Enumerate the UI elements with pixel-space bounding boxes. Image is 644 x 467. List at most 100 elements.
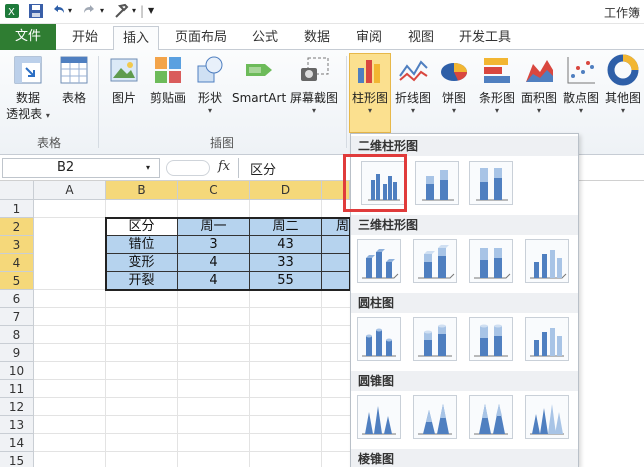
tab-insert[interactable]: 插入 [113, 26, 159, 51]
name-box-dropdown-icon[interactable]: ▾ [146, 163, 150, 172]
table-cell[interactable]: 开裂 [106, 272, 178, 290]
shapes-button[interactable]: 形状 ▾ [192, 54, 228, 116]
grid-line [34, 433, 350, 434]
row-header[interactable]: 11 [0, 380, 34, 398]
clustered-cone-option[interactable] [357, 395, 401, 439]
tab-file[interactable]: 文件 [0, 24, 56, 50]
tab-developer[interactable]: 开发工具 [452, 26, 518, 50]
clustered-column-3d-option[interactable] [357, 239, 401, 283]
row-header[interactable]: 5 [0, 272, 34, 290]
table-header-cell[interactable]: 周二 [250, 218, 322, 236]
table-cell[interactable]: 错位 [106, 236, 178, 254]
table-cell[interactable]: 3 [178, 236, 250, 254]
stacked-column-3d-option[interactable] [413, 239, 457, 283]
row-header[interactable]: 2 [0, 218, 34, 236]
row-header[interactable]: 14 [0, 434, 34, 452]
table-header-cell[interactable]: 周一 [178, 218, 250, 236]
line-chart-button[interactable]: 折线图 ▾ [392, 54, 434, 116]
table-header-cell[interactable]: 周 [322, 218, 350, 236]
row-header[interactable]: 8 [0, 326, 34, 344]
formula-bar-scroll-handle[interactable] [166, 160, 210, 176]
table-cell[interactable]: 4 [178, 272, 250, 290]
column-chart-gallery: 二维柱形图 三维柱形图 圆柱图 圆锥图 棱锥图 [343, 133, 579, 467]
tools-icon[interactable] [114, 3, 130, 19]
redo-icon[interactable] [82, 3, 98, 19]
stacked-column-2d-option[interactable] [415, 161, 459, 205]
table-cell[interactable]: 4 [178, 254, 250, 272]
row-header[interactable]: 12 [0, 398, 34, 416]
smartart-label: SmartArt [232, 91, 287, 105]
grid-line [34, 415, 350, 416]
table-button[interactable]: 表格 [56, 54, 92, 106]
picture-icon [108, 54, 140, 86]
table-cell[interactable]: 43 [250, 236, 322, 254]
percent-stacked-cone-option[interactable] [469, 395, 513, 439]
insert-function-button[interactable]: fx [218, 159, 230, 174]
tab-home[interactable]: 开始 [62, 26, 108, 50]
clipart-icon [152, 54, 184, 86]
cylinder-3d-option[interactable] [525, 317, 569, 361]
formula-input[interactable]: 区分 [250, 159, 276, 178]
percent-stacked-column-2d-option[interactable] [469, 161, 513, 205]
line-chart-dropdown-icon: ▾ [410, 106, 415, 115]
percent-stacked-cylinder-option[interactable] [469, 317, 513, 361]
grid-line [34, 379, 350, 380]
select-all-corner[interactable] [0, 181, 34, 200]
smartart-button[interactable]: SmartArt [232, 54, 286, 106]
row-header[interactable]: 13 [0, 416, 34, 434]
row-header[interactable]: 3 [0, 236, 34, 254]
area-chart-label: 面积图 [520, 91, 557, 105]
table-header-cell[interactable]: 区分 [106, 218, 178, 236]
pie-chart-dropdown-icon: ▾ [451, 106, 456, 115]
bar-chart-button[interactable]: 条形图 ▾ [476, 54, 518, 116]
tab-review[interactable]: 审阅 [348, 26, 390, 50]
grid-line [34, 343, 350, 344]
table-cell[interactable] [322, 272, 350, 290]
screenshot-dropdown-icon: ▾ [311, 106, 316, 115]
clipart-button[interactable]: 剪贴画 [146, 54, 190, 106]
window-title: 工作簿 [603, 6, 640, 20]
column-header-a[interactable]: A [34, 181, 106, 200]
row-header[interactable]: 10 [0, 362, 34, 380]
row-header[interactable]: 1 [0, 200, 34, 218]
pie-chart-button[interactable]: 饼图 ▾ [436, 54, 472, 116]
picture-label: 图片 [111, 91, 136, 105]
svg-text:X: X [8, 7, 15, 18]
undo-icon[interactable] [50, 3, 66, 19]
table-cell[interactable]: 33 [250, 254, 322, 272]
other-chart-button[interactable]: 其他图 ▾ [602, 54, 644, 116]
tab-view[interactable]: 视图 [400, 26, 442, 50]
column-header-d[interactable]: D [250, 181, 322, 200]
screenshot-button[interactable]: 屏幕截图 ▾ [288, 54, 340, 116]
clustered-cylinder-option[interactable] [357, 317, 401, 361]
scatter-chart-button[interactable]: 散点图 ▾ [560, 54, 602, 116]
table-cell[interactable]: 变形 [106, 254, 178, 272]
area-chart-button[interactable]: 面积图 ▾ [518, 54, 560, 116]
name-box[interactable]: B2 [2, 158, 160, 178]
pivot-table-button[interactable]: 数据 透视表 ▾ [4, 54, 52, 122]
tab-data[interactable]: 数据 [296, 26, 338, 50]
row-header[interactable]: 4 [0, 254, 34, 272]
column-3d-option[interactable] [525, 239, 569, 283]
tab-page-layout[interactable]: 页面布局 [168, 26, 234, 50]
table-cell[interactable] [322, 254, 350, 272]
cone-3d-option[interactable] [525, 395, 569, 439]
row-header[interactable]: 15 [0, 452, 34, 467]
column-header-c[interactable]: C [178, 181, 250, 200]
column-chart-button[interactable]: 柱形图 ▾ [349, 53, 391, 133]
column-header-b[interactable]: B [106, 181, 178, 200]
row-header[interactable]: 9 [0, 344, 34, 362]
table-cell[interactable]: 55 [250, 272, 322, 290]
percent-stacked-column-3d-option[interactable] [469, 239, 513, 283]
shapes-label: 形状 [197, 91, 222, 105]
row-header[interactable]: 7 [0, 308, 34, 326]
table-cell[interactable] [322, 236, 350, 254]
stacked-cone-option[interactable] [413, 395, 457, 439]
picture-button[interactable]: 图片 [106, 54, 142, 106]
shapes-icon [194, 54, 226, 86]
tab-formulas[interactable]: 公式 [244, 26, 286, 50]
stacked-cylinder-option[interactable] [413, 317, 457, 361]
save-icon[interactable] [28, 3, 44, 19]
customize-toolbar-button[interactable]: ▼ [148, 3, 164, 19]
row-header[interactable]: 6 [0, 290, 34, 308]
